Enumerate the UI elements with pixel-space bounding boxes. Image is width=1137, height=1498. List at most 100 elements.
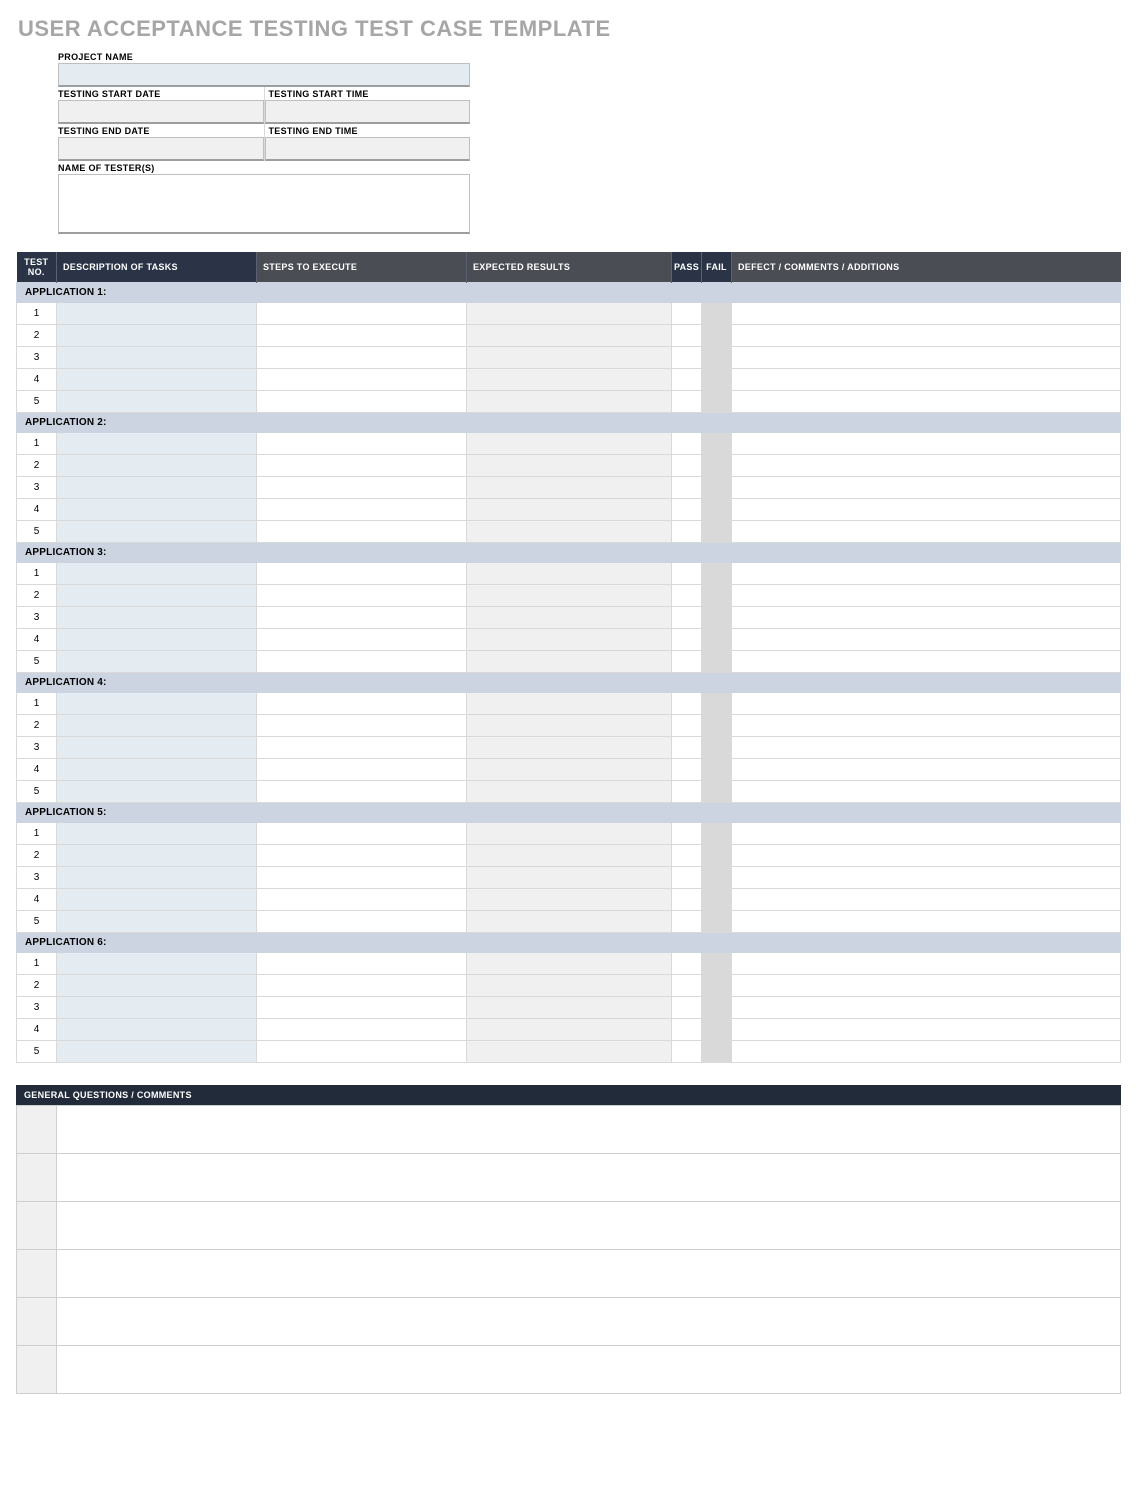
cell-steps[interactable] [257,911,467,933]
cell-expected[interactable] [467,997,672,1019]
general-row-body[interactable] [57,1154,1121,1202]
testers-field[interactable] [58,174,470,234]
general-row-body[interactable] [57,1346,1121,1394]
cell-description[interactable] [57,629,257,651]
cell-pass[interactable] [672,715,702,737]
cell-fail[interactable] [702,455,732,477]
cell-description[interactable] [57,781,257,803]
cell-expected[interactable] [467,867,672,889]
cell-expected[interactable] [467,347,672,369]
cell-expected[interactable] [467,303,672,325]
cell-expected[interactable] [467,781,672,803]
cell-steps[interactable] [257,737,467,759]
cell-pass[interactable] [672,521,702,543]
cell-fail[interactable] [702,499,732,521]
cell-steps[interactable] [257,759,467,781]
start-time-field[interactable] [265,100,471,124]
cell-description[interactable] [57,499,257,521]
cell-expected[interactable] [467,521,672,543]
cell-defect[interactable] [732,651,1121,673]
cell-pass[interactable] [672,651,702,673]
cell-fail[interactable] [702,781,732,803]
cell-steps[interactable] [257,347,467,369]
general-row-label[interactable] [17,1202,57,1250]
cell-expected[interactable] [467,759,672,781]
cell-fail[interactable] [702,651,732,673]
cell-steps[interactable] [257,607,467,629]
cell-pass[interactable] [672,347,702,369]
cell-expected[interactable] [467,889,672,911]
cell-fail[interactable] [702,997,732,1019]
cell-pass[interactable] [672,433,702,455]
cell-description[interactable] [57,303,257,325]
cell-description[interactable] [57,693,257,715]
cell-expected[interactable] [467,563,672,585]
cell-pass[interactable] [672,303,702,325]
general-row-body[interactable] [57,1202,1121,1250]
cell-fail[interactable] [702,737,732,759]
cell-description[interactable] [57,607,257,629]
cell-description[interactable] [57,651,257,673]
cell-expected[interactable] [467,975,672,997]
cell-steps[interactable] [257,391,467,413]
cell-defect[interactable] [732,629,1121,651]
cell-expected[interactable] [467,715,672,737]
cell-description[interactable] [57,845,257,867]
cell-defect[interactable] [732,911,1121,933]
cell-defect[interactable] [732,563,1121,585]
cell-pass[interactable] [672,455,702,477]
cell-description[interactable] [57,953,257,975]
cell-description[interactable] [57,433,257,455]
cell-steps[interactable] [257,975,467,997]
cell-steps[interactable] [257,325,467,347]
cell-defect[interactable] [732,433,1121,455]
cell-defect[interactable] [732,499,1121,521]
cell-defect[interactable] [732,347,1121,369]
cell-fail[interactable] [702,845,732,867]
cell-pass[interactable] [672,563,702,585]
cell-expected[interactable] [467,607,672,629]
cell-steps[interactable] [257,867,467,889]
cell-defect[interactable] [732,997,1121,1019]
cell-steps[interactable] [257,953,467,975]
cell-description[interactable] [57,347,257,369]
cell-description[interactable] [57,759,257,781]
cell-defect[interactable] [732,477,1121,499]
cell-fail[interactable] [702,303,732,325]
cell-fail[interactable] [702,521,732,543]
cell-description[interactable] [57,455,257,477]
cell-expected[interactable] [467,629,672,651]
general-row-label[interactable] [17,1250,57,1298]
cell-expected[interactable] [467,823,672,845]
cell-steps[interactable] [257,845,467,867]
cell-defect[interactable] [732,693,1121,715]
cell-pass[interactable] [672,325,702,347]
cell-steps[interactable] [257,433,467,455]
cell-description[interactable] [57,1041,257,1063]
cell-fail[interactable] [702,953,732,975]
cell-description[interactable] [57,563,257,585]
project-name-field[interactable] [58,63,470,87]
cell-pass[interactable] [672,823,702,845]
cell-expected[interactable] [467,953,672,975]
end-time-field[interactable] [265,137,471,161]
cell-steps[interactable] [257,369,467,391]
cell-defect[interactable] [732,715,1121,737]
cell-fail[interactable] [702,347,732,369]
cell-defect[interactable] [732,455,1121,477]
cell-expected[interactable] [467,1041,672,1063]
cell-expected[interactable] [467,651,672,673]
cell-defect[interactable] [732,781,1121,803]
cell-fail[interactable] [702,325,732,347]
cell-defect[interactable] [732,975,1121,997]
general-row-label[interactable] [17,1346,57,1394]
cell-description[interactable] [57,737,257,759]
cell-steps[interactable] [257,499,467,521]
general-row-body[interactable] [57,1250,1121,1298]
cell-pass[interactable] [672,693,702,715]
cell-steps[interactable] [257,651,467,673]
cell-expected[interactable] [467,391,672,413]
general-row-body[interactable] [57,1298,1121,1346]
cell-description[interactable] [57,715,257,737]
cell-description[interactable] [57,889,257,911]
